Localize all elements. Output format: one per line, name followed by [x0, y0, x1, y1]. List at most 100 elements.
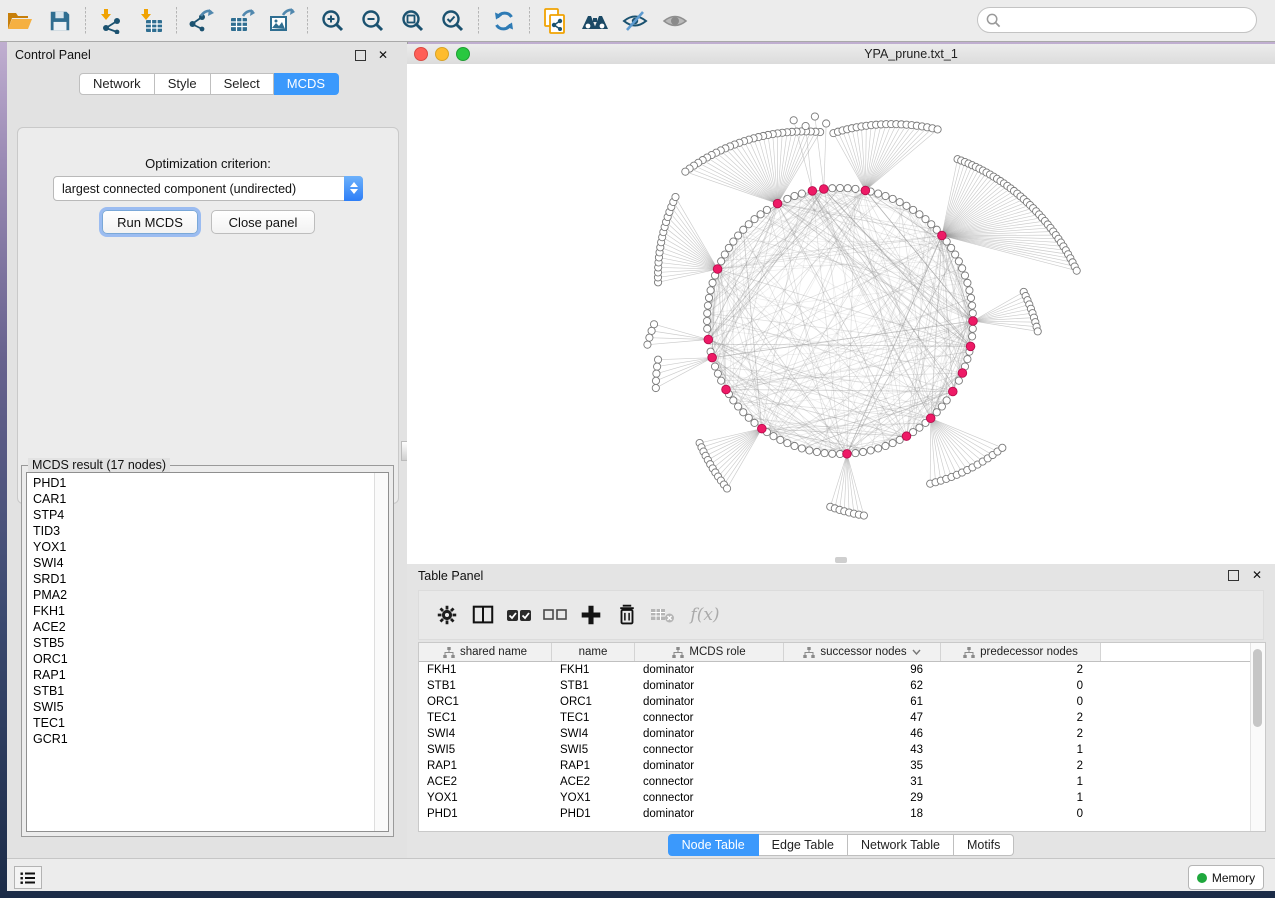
float-panel-icon[interactable] — [355, 50, 366, 61]
hide-selected-icon[interactable] — [618, 6, 652, 36]
table-row[interactable]: YOX1YOX1connector291 — [419, 790, 1265, 806]
table-scrollbar-thumb[interactable] — [1253, 649, 1262, 727]
mcds-hub-node[interactable] — [758, 424, 767, 433]
tab-select[interactable]: Select — [211, 73, 274, 95]
mcds-result-list[interactable]: PHD1CAR1STP4TID3YOX1SWI4SRD1PMA2FKH1ACE2… — [26, 472, 389, 832]
table-row[interactable]: SWI4SWI4dominator462 — [419, 726, 1265, 742]
zoom-selected-icon[interactable] — [436, 6, 470, 36]
memory-button[interactable]: Memory — [1188, 865, 1264, 890]
column-header-shared-name[interactable]: shared name — [419, 643, 552, 661]
mcds-result-item[interactable]: TEC1 — [27, 715, 375, 731]
export-table-icon[interactable] — [225, 6, 259, 36]
tab-mcds[interactable]: MCDS — [274, 73, 339, 95]
mcds-result-item[interactable]: SWI5 — [27, 699, 375, 715]
mcds-result-item[interactable]: CAR1 — [27, 491, 375, 507]
column-header-mcds-role[interactable]: MCDS role — [635, 643, 784, 661]
tab-style[interactable]: Style — [155, 73, 211, 95]
task-history-button[interactable] — [14, 866, 42, 889]
mcds-result-item[interactable]: STP4 — [27, 507, 375, 523]
mcds-result-item[interactable]: STB1 — [27, 683, 375, 699]
mcds-hub-node[interactable] — [843, 450, 852, 459]
column-header-name[interactable]: name — [552, 643, 635, 661]
mcds-hub-node[interactable] — [948, 387, 957, 396]
open-file-icon[interactable] — [3, 6, 37, 36]
mcds-hub-node[interactable] — [958, 369, 967, 378]
show-column-panel-icon[interactable] — [465, 598, 501, 632]
mcds-list-scrollbar[interactable] — [374, 473, 388, 831]
mcds-hub-node[interactable] — [819, 185, 828, 194]
mcds-hub-node[interactable] — [926, 414, 935, 423]
node-table[interactable]: shared namenameMCDS rolesuccessor nodesp… — [418, 642, 1266, 832]
mcds-hub-node[interactable] — [708, 353, 717, 362]
column-header-successor-nodes[interactable]: successor nodes — [784, 643, 941, 661]
import-network-icon[interactable] — [94, 6, 128, 36]
mcds-result-item[interactable]: SWI4 — [27, 555, 375, 571]
mcds-hub-node[interactable] — [938, 231, 947, 240]
select-all-icon[interactable] — [501, 598, 537, 632]
cell-name: SWI4 — [552, 726, 635, 742]
network-graph[interactable] — [407, 64, 1275, 564]
tab-network-table[interactable]: Network Table — [848, 834, 954, 856]
optimization-dropdown[interactable]: largest connected component (undirected) — [53, 176, 363, 201]
mcds-result-item[interactable]: PMA2 — [27, 587, 375, 603]
table-float-icon[interactable] — [1228, 570, 1239, 581]
mcds-hub-node[interactable] — [969, 317, 978, 326]
table-row[interactable]: ORC1ORC1dominator610 — [419, 694, 1265, 710]
clone-network-icon[interactable] — [538, 6, 572, 36]
import-table-icon[interactable] — [134, 6, 168, 36]
mcds-result-item[interactable]: SRD1 — [27, 571, 375, 587]
tab-network[interactable]: Network — [79, 73, 155, 95]
show-all-icon[interactable] — [658, 6, 692, 36]
table-settings-gear-icon[interactable] — [429, 598, 465, 632]
table-row[interactable]: FKH1FKH1dominator962 — [419, 662, 1265, 678]
mcds-hub-node[interactable] — [966, 342, 975, 351]
mcds-result-item[interactable]: YOX1 — [27, 539, 375, 555]
run-mcds-button[interactable]: Run MCDS — [102, 210, 198, 234]
mcds-hub-node[interactable] — [808, 187, 817, 196]
network-titlebar[interactable]: YPA_prune.txt_1 — [407, 44, 1275, 65]
export-image-icon[interactable] — [265, 6, 299, 36]
refresh-layout-icon[interactable] — [487, 6, 521, 36]
mcds-result-item[interactable]: FKH1 — [27, 603, 375, 619]
column-header-predecessor-nodes[interactable]: predecessor nodes — [941, 643, 1101, 661]
tab-motifs[interactable]: Motifs — [954, 834, 1014, 856]
mcds-hub-node[interactable] — [713, 265, 722, 274]
tab-node-table[interactable]: Node Table — [668, 834, 759, 856]
zoom-out-icon[interactable] — [356, 6, 390, 36]
delete-column-icon[interactable] — [609, 598, 645, 632]
mcds-hub-node[interactable] — [902, 432, 911, 441]
table-row[interactable]: TEC1TEC1connector472 — [419, 710, 1265, 726]
tab-edge-table[interactable]: Edge Table — [759, 834, 848, 856]
mcds-result-item[interactable]: STB5 — [27, 635, 375, 651]
table-row[interactable]: PHD1PHD1dominator180 — [419, 806, 1265, 822]
table-row[interactable]: RAP1RAP1dominator352 — [419, 758, 1265, 774]
zoom-in-icon[interactable] — [316, 6, 350, 36]
table-scrollbar[interactable] — [1250, 643, 1265, 831]
export-network-icon[interactable] — [185, 6, 219, 36]
save-icon[interactable] — [43, 6, 77, 36]
mcds-hub-node[interactable] — [704, 335, 713, 344]
table-row[interactable]: STB1STB1dominator620 — [419, 678, 1265, 694]
search-input[interactable] — [1006, 12, 1256, 28]
first-neighbors-icon[interactable] — [578, 6, 612, 36]
mcds-result-item[interactable]: ACE2 — [27, 619, 375, 635]
mcds-result-item[interactable]: GCR1 — [27, 731, 375, 747]
zoom-fit-icon[interactable] — [396, 6, 430, 36]
mcds-hub-node[interactable] — [861, 186, 870, 195]
deselect-all-icon[interactable] — [537, 598, 573, 632]
search-field[interactable] — [977, 7, 1257, 33]
mcds-result-item[interactable]: TID3 — [27, 523, 375, 539]
close-panel-icon[interactable]: ✕ — [378, 51, 388, 60]
table-row[interactable]: SWI5SWI5connector431 — [419, 742, 1265, 758]
close-panel-button[interactable]: Close panel — [211, 210, 315, 234]
table-row[interactable]: ACE2ACE2connector311 — [419, 774, 1265, 790]
network-canvas[interactable] — [407, 64, 1275, 564]
mcds-result-item[interactable]: ORC1 — [27, 651, 375, 667]
mcds-result-item[interactable]: PHD1 — [27, 475, 375, 491]
table-close-icon[interactable]: ✕ — [1252, 571, 1262, 580]
add-column-icon[interactable] — [573, 598, 609, 632]
mcds-hub-node[interactable] — [773, 199, 782, 208]
mcds-result-item[interactable]: RAP1 — [27, 667, 375, 683]
canvas-scrollbar-nub[interactable] — [835, 557, 847, 563]
mcds-hub-node[interactable] — [722, 385, 731, 394]
